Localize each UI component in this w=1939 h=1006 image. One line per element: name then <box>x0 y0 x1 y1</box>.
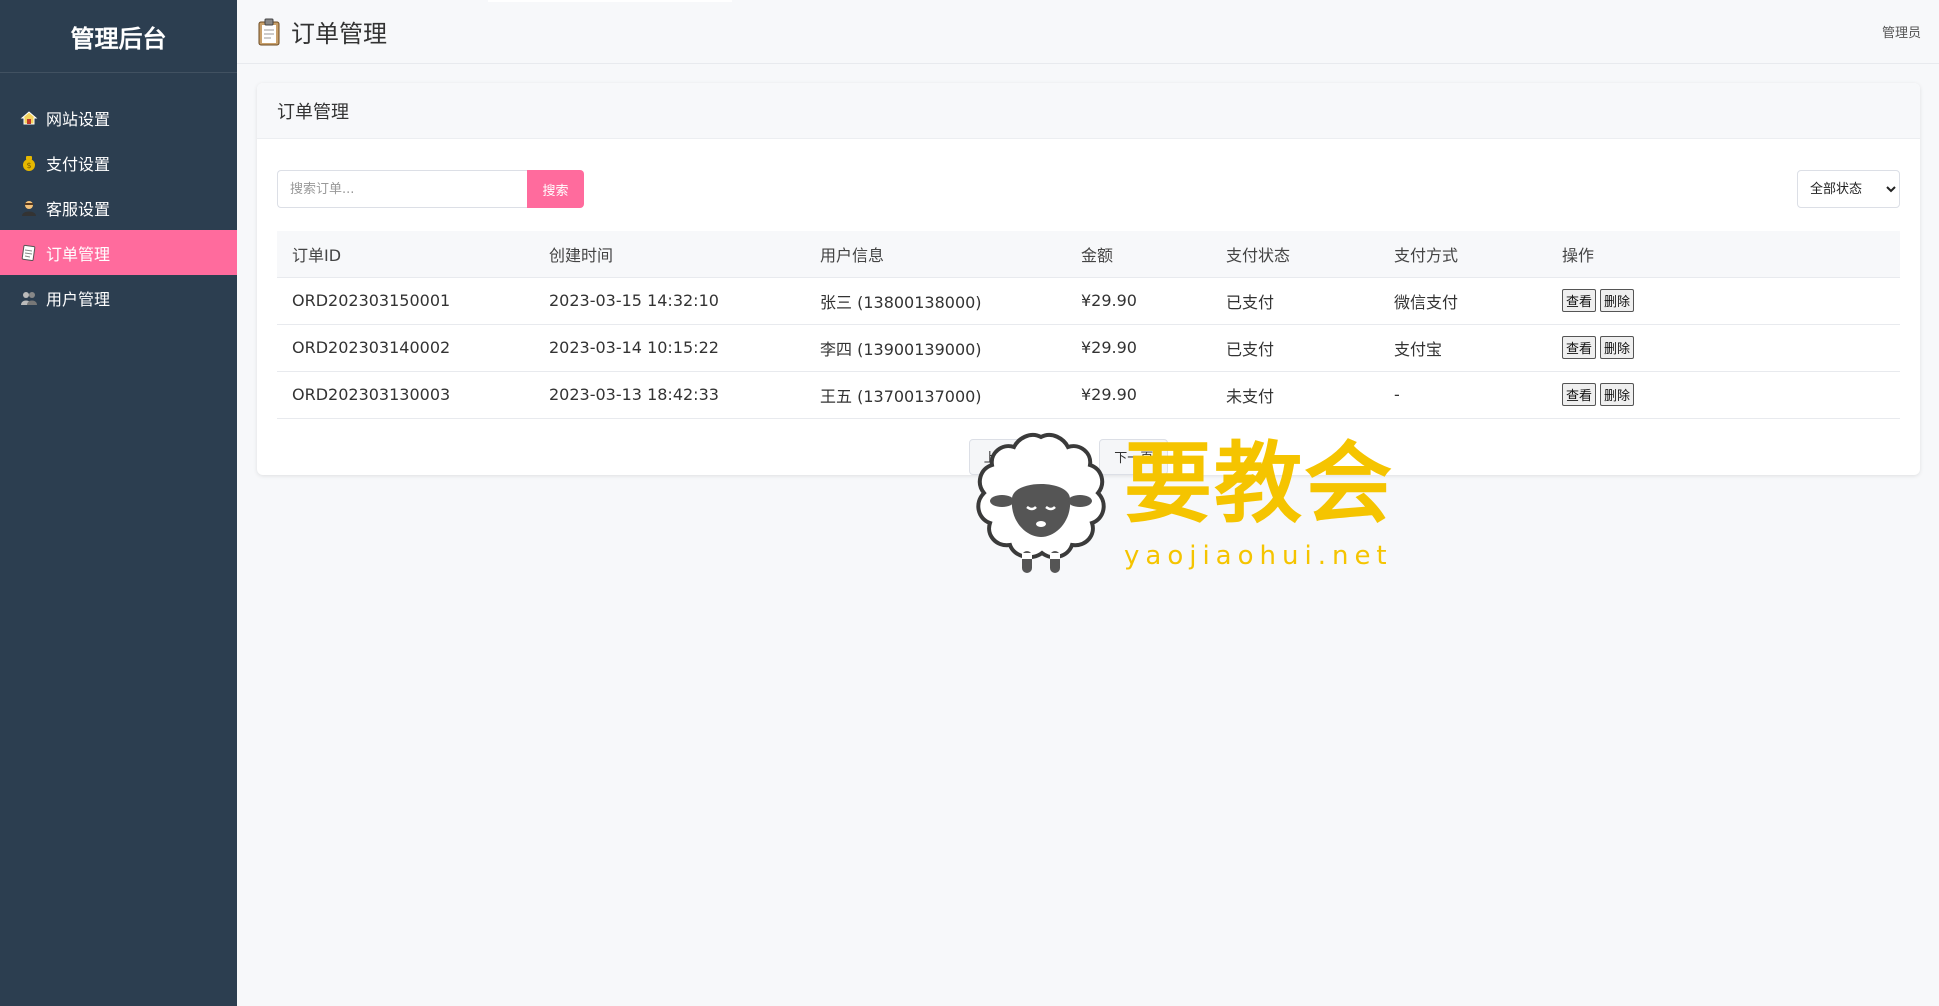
table-row: ORD202303150001 2023-03-15 14:32:10 张三 (… <box>277 277 1900 325</box>
cell-user: 王五 (13700137000) <box>805 371 1066 419</box>
admin-app: 管理后台 网站设置 $ 支付设置 客服设置 订单管理 用户管理 订单管理 管理员… <box>0 0 1939 1006</box>
users-icon <box>20 289 38 307</box>
sidebar-brand: 管理后台 <box>0 0 237 73</box>
status-filter-select[interactable]: 全部状态 <box>1797 170 1900 208</box>
table-row: ORD202303140002 2023-03-14 10:15:22 李四 (… <box>277 324 1900 372</box>
cell-created: 2023-03-14 10:15:22 <box>534 324 805 372</box>
cell-pay-method: 支付宝 <box>1379 324 1547 372</box>
search-group: 搜索 <box>277 170 584 208</box>
delete-button[interactable]: 删除 <box>1600 336 1635 359</box>
page-info: 1 / 1 <box>1052 448 1085 465</box>
delete-button[interactable]: 删除 <box>1600 383 1635 406</box>
current-user-label[interactable]: 管理员 <box>1882 22 1921 41</box>
col-header-pay-method: 支付方式 <box>1379 231 1547 278</box>
orders-toolbar: 搜索 全部状态 <box>257 139 1920 219</box>
orders-card: 订单管理 搜索 全部状态 订单ID 创建时间 用户信息 金额 <box>257 83 1920 475</box>
cell-order-id: ORD202303130003 <box>277 371 534 419</box>
house-icon <box>20 109 38 127</box>
cell-pay-status: 已支付 <box>1211 324 1379 372</box>
cell-order-id: ORD202303140002 <box>277 324 534 372</box>
svg-text:$: $ <box>27 161 32 170</box>
cell-user: 张三 (13800138000) <box>805 277 1066 325</box>
topbar: 订单管理 管理员 <box>237 0 1939 64</box>
cell-actions: 查看 删除 <box>1547 277 1900 325</box>
clipboard-icon <box>257 18 281 46</box>
main-content: 订单管理 管理员 订单管理 搜索 全部状态 订单ID 创建时间 <box>237 0 1939 1006</box>
sidebar-item-payment-settings[interactable]: $ 支付设置 <box>0 140 237 185</box>
col-header-amount: 金额 <box>1066 231 1211 278</box>
sidebar-item-label: 支付设置 <box>46 154 111 174</box>
col-header-actions: 操作 <box>1547 231 1900 278</box>
sidebar-item-order-management[interactable]: 订单管理 <box>0 230 237 275</box>
view-button[interactable]: 查看 <box>1562 336 1597 359</box>
col-header-pay-status: 支付状态 <box>1211 231 1379 278</box>
table-row: ORD202303130003 2023-03-13 18:42:33 王五 (… <box>277 371 1900 419</box>
cell-pay-method: 微信支付 <box>1379 277 1547 325</box>
sidebar: 管理后台 网站设置 $ 支付设置 客服设置 订单管理 用户管理 <box>0 0 237 1006</box>
sidebar-item-label: 客服设置 <box>46 199 111 219</box>
cell-created: 2023-03-13 18:42:33 <box>534 371 805 419</box>
sidebar-item-label: 订单管理 <box>46 244 111 264</box>
col-header-created: 创建时间 <box>534 231 805 278</box>
page-title: 订单管理 <box>257 14 387 49</box>
money-bag-icon: $ <box>20 154 38 172</box>
cell-amount: ¥29.90 <box>1066 277 1211 325</box>
support-agent-icon <box>20 199 38 217</box>
col-header-user: 用户信息 <box>805 231 1066 278</box>
cell-created: 2023-03-15 14:32:10 <box>534 277 805 325</box>
cell-order-id: ORD202303150001 <box>277 277 534 325</box>
sidebar-item-support-settings[interactable]: 客服设置 <box>0 185 237 230</box>
next-page-button[interactable]: 下一页 <box>1099 438 1169 475</box>
watermark-subtitle: yaojiaohui.net <box>1124 541 1393 571</box>
card-title: 订单管理 <box>257 83 1920 139</box>
orders-table: 订单ID 创建时间 用户信息 金额 支付状态 支付方式 操作 ORD202303… <box>277 231 1900 419</box>
cell-user: 李四 (13900139000) <box>805 324 1066 372</box>
col-header-order-id: 订单ID <box>277 231 534 278</box>
cell-pay-status: 未支付 <box>1211 371 1379 419</box>
sidebar-item-site-settings[interactable]: 网站设置 <box>0 95 237 140</box>
sidebar-nav: 网站设置 $ 支付设置 客服设置 订单管理 用户管理 <box>0 73 237 320</box>
cell-pay-status: 已支付 <box>1211 277 1379 325</box>
view-button[interactable]: 查看 <box>1562 289 1597 312</box>
table-header-row: 订单ID 创建时间 用户信息 金额 支付状态 支付方式 操作 <box>277 231 1900 278</box>
memo-icon <box>20 244 38 262</box>
pagination: 上一页 1 / 1 下一页 <box>257 438 1920 475</box>
cell-actions: 查看 删除 <box>1547 324 1900 372</box>
cell-pay-method: - <box>1379 371 1547 419</box>
sidebar-item-label: 网站设置 <box>46 109 111 129</box>
page-title-text: 订单管理 <box>291 20 387 48</box>
cell-actions: 查看 删除 <box>1547 371 1900 419</box>
sidebar-item-user-management[interactable]: 用户管理 <box>0 275 237 320</box>
prev-page-button[interactable]: 上一页 <box>968 438 1038 475</box>
sidebar-item-label: 用户管理 <box>46 289 111 309</box>
view-button[interactable]: 查看 <box>1562 383 1597 406</box>
search-button[interactable]: 搜索 <box>527 170 584 208</box>
delete-button[interactable]: 删除 <box>1600 289 1635 312</box>
cell-amount: ¥29.90 <box>1066 324 1211 372</box>
cell-amount: ¥29.90 <box>1066 371 1211 419</box>
search-input[interactable] <box>277 170 527 208</box>
